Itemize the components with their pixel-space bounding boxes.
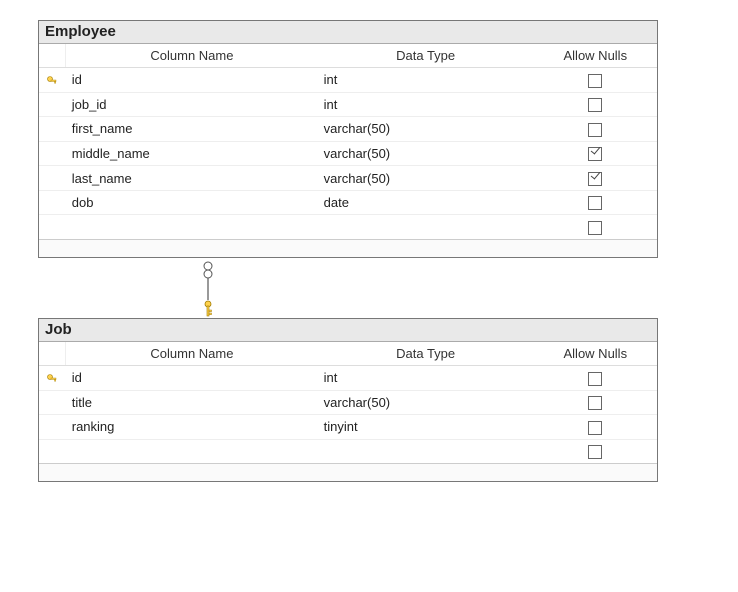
allow-nulls-checkbox[interactable]: [588, 147, 602, 161]
column-type[interactable]: varchar(50): [318, 141, 534, 166]
allow-nulls-checkbox[interactable]: [588, 396, 602, 410]
column-type[interactable]: [318, 439, 534, 463]
relationship-connector: [38, 258, 658, 318]
column-name[interactable]: title: [66, 390, 318, 415]
columns-grid: Column Name Data Type Allow Nulls id int…: [39, 44, 657, 239]
panel-title: Employee: [39, 21, 657, 44]
header-type: Data Type: [318, 342, 534, 366]
table-row[interactable]: id int: [39, 365, 657, 390]
pk-cell: [39, 68, 66, 93]
column-name[interactable]: last_name: [66, 166, 318, 191]
panel-footer: [39, 239, 657, 257]
column-name[interactable]: [66, 215, 318, 239]
header-key: [39, 44, 66, 68]
column-name[interactable]: id: [66, 365, 318, 390]
table-row[interactable]: ranking tinyint: [39, 415, 657, 440]
allow-nulls-checkbox[interactable]: [588, 221, 602, 235]
column-type[interactable]: int: [318, 68, 534, 93]
allow-nulls-checkbox[interactable]: [588, 123, 602, 137]
table-row[interactable]: dob date: [39, 190, 657, 215]
column-type[interactable]: date: [318, 190, 534, 215]
header-nulls: Allow Nulls: [534, 342, 657, 366]
allow-nulls-checkbox[interactable]: [588, 196, 602, 210]
table-row-empty[interactable]: [39, 215, 657, 239]
table-row-empty[interactable]: [39, 439, 657, 463]
pk-cell: [39, 365, 66, 390]
column-name[interactable]: job_id: [66, 92, 318, 117]
column-type[interactable]: varchar(50): [318, 390, 534, 415]
column-type[interactable]: varchar(50): [318, 166, 534, 191]
table-panel-employee: Employee Column Name Data Type Allow Nul…: [38, 20, 658, 258]
table-panel-job: Job Column Name Data Type Allow Nulls id…: [38, 318, 658, 482]
panel-title: Job: [39, 319, 657, 342]
column-type[interactable]: varchar(50): [318, 117, 534, 142]
header-row: Column Name Data Type Allow Nulls: [39, 44, 657, 68]
table-row[interactable]: title varchar(50): [39, 390, 657, 415]
column-name[interactable]: ranking: [66, 415, 318, 440]
column-type[interactable]: [318, 215, 534, 239]
columns-grid: Column Name Data Type Allow Nulls id int…: [39, 342, 657, 463]
header-key: [39, 342, 66, 366]
column-name[interactable]: dob: [66, 190, 318, 215]
column-type[interactable]: tinyint: [318, 415, 534, 440]
allow-nulls-checkbox[interactable]: [588, 74, 602, 88]
header-nulls: Allow Nulls: [534, 44, 657, 68]
key-icon: [46, 373, 58, 385]
table-row[interactable]: job_id int: [39, 92, 657, 117]
allow-nulls-checkbox[interactable]: [588, 172, 602, 186]
column-name[interactable]: middle_name: [66, 141, 318, 166]
header-row: Column Name Data Type Allow Nulls: [39, 342, 657, 366]
allow-nulls-checkbox[interactable]: [588, 445, 602, 459]
column-type[interactable]: int: [318, 92, 534, 117]
panel-footer: [39, 463, 657, 481]
table-row[interactable]: id int: [39, 68, 657, 93]
column-name[interactable]: first_name: [66, 117, 318, 142]
allow-nulls-checkbox[interactable]: [588, 98, 602, 112]
header-name: Column Name: [66, 342, 318, 366]
header-type: Data Type: [318, 44, 534, 68]
table-row[interactable]: first_name varchar(50): [39, 117, 657, 142]
column-name[interactable]: [66, 439, 318, 463]
column-name[interactable]: id: [66, 68, 318, 93]
table-row[interactable]: last_name varchar(50): [39, 166, 657, 191]
column-type[interactable]: int: [318, 365, 534, 390]
allow-nulls-cell: [534, 68, 657, 93]
header-name: Column Name: [66, 44, 318, 68]
key-icon: [46, 75, 58, 87]
allow-nulls-checkbox[interactable]: [588, 372, 602, 386]
allow-nulls-checkbox[interactable]: [588, 421, 602, 435]
table-row[interactable]: middle_name varchar(50): [39, 141, 657, 166]
